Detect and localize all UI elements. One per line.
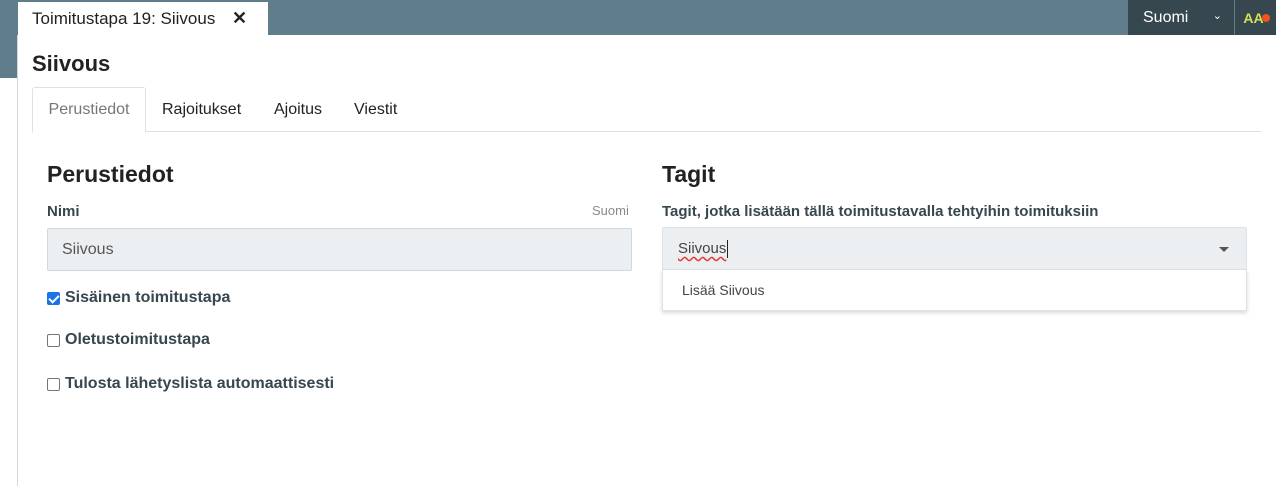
tab-label: Rajoitukset [162, 100, 242, 118]
avatar-initials: AA [1243, 9, 1264, 26]
left-edge-strip [0, 35, 17, 78]
internal-delivery-checkbox[interactable]: Sisäinen toimitustapa [47, 289, 230, 307]
language-selector-value: Suomi [1143, 8, 1189, 26]
avatar[interactable]: AA [1235, 0, 1276, 35]
dropdown-arrow-icon[interactable] [1219, 247, 1229, 252]
checkbox-checked-icon[interactable] [47, 291, 60, 305]
window-tab[interactable]: Toimitustapa 19: Siivous ✕ [18, 2, 268, 35]
name-label: Nimi [47, 203, 80, 220]
page-title: Siivous [32, 51, 111, 76]
tab-bar: Perustiedot Rajoitukset Ajoitus Viestit [32, 87, 1261, 133]
tags-input-value: Siivous [678, 240, 727, 257]
checkbox-label: Oletustoimitustapa [65, 331, 210, 348]
tags-dropdown-option[interactable]: Lisää Siivous [662, 270, 1247, 311]
tab-ajoitus[interactable]: Ajoitus [274, 87, 322, 132]
tags-heading: Tagit [662, 161, 716, 187]
checkbox-label: Tulosta lähetyslista automaattisesti [65, 375, 335, 392]
window-tab-title: Toimitustapa 19: Siivous [32, 8, 216, 28]
close-icon[interactable]: ✕ [232, 8, 247, 29]
name-language-hint: Suomi [592, 203, 629, 218]
checkbox-icon[interactable] [47, 333, 60, 347]
tab-rajoitukset[interactable]: Rajoitukset [162, 87, 241, 132]
tab-label: Viestit [354, 100, 398, 118]
tags-input[interactable]: Siivous [662, 227, 1247, 270]
notification-dot-icon [1262, 14, 1270, 22]
tags-description: Tagit, jotka lisätään tällä toimitustava… [662, 203, 1099, 220]
chevron-down-icon: ⌄ [1212, 10, 1222, 22]
default-delivery-checkbox[interactable]: Oletustoimitustapa [47, 331, 210, 349]
tab-perustiedot[interactable]: Perustiedot [32, 87, 146, 133]
checkbox-icon[interactable] [47, 377, 60, 391]
tab-viestit[interactable]: Viestit [354, 87, 397, 132]
text-cursor [727, 239, 729, 258]
checkbox-label: Sisäinen toimitustapa [65, 289, 231, 306]
dropdown-option-label: Lisää Siivous [682, 282, 765, 298]
tab-label: Ajoitus [274, 100, 323, 118]
name-input[interactable] [47, 228, 632, 271]
language-selector[interactable]: Suomi ⌄ [1128, 0, 1234, 35]
basic-info-heading: Perustiedot [47, 161, 174, 187]
tab-label: Perustiedot [48, 101, 130, 118]
print-packing-list-checkbox[interactable]: Tulosta lähetyslista automaattisesti [47, 375, 334, 393]
